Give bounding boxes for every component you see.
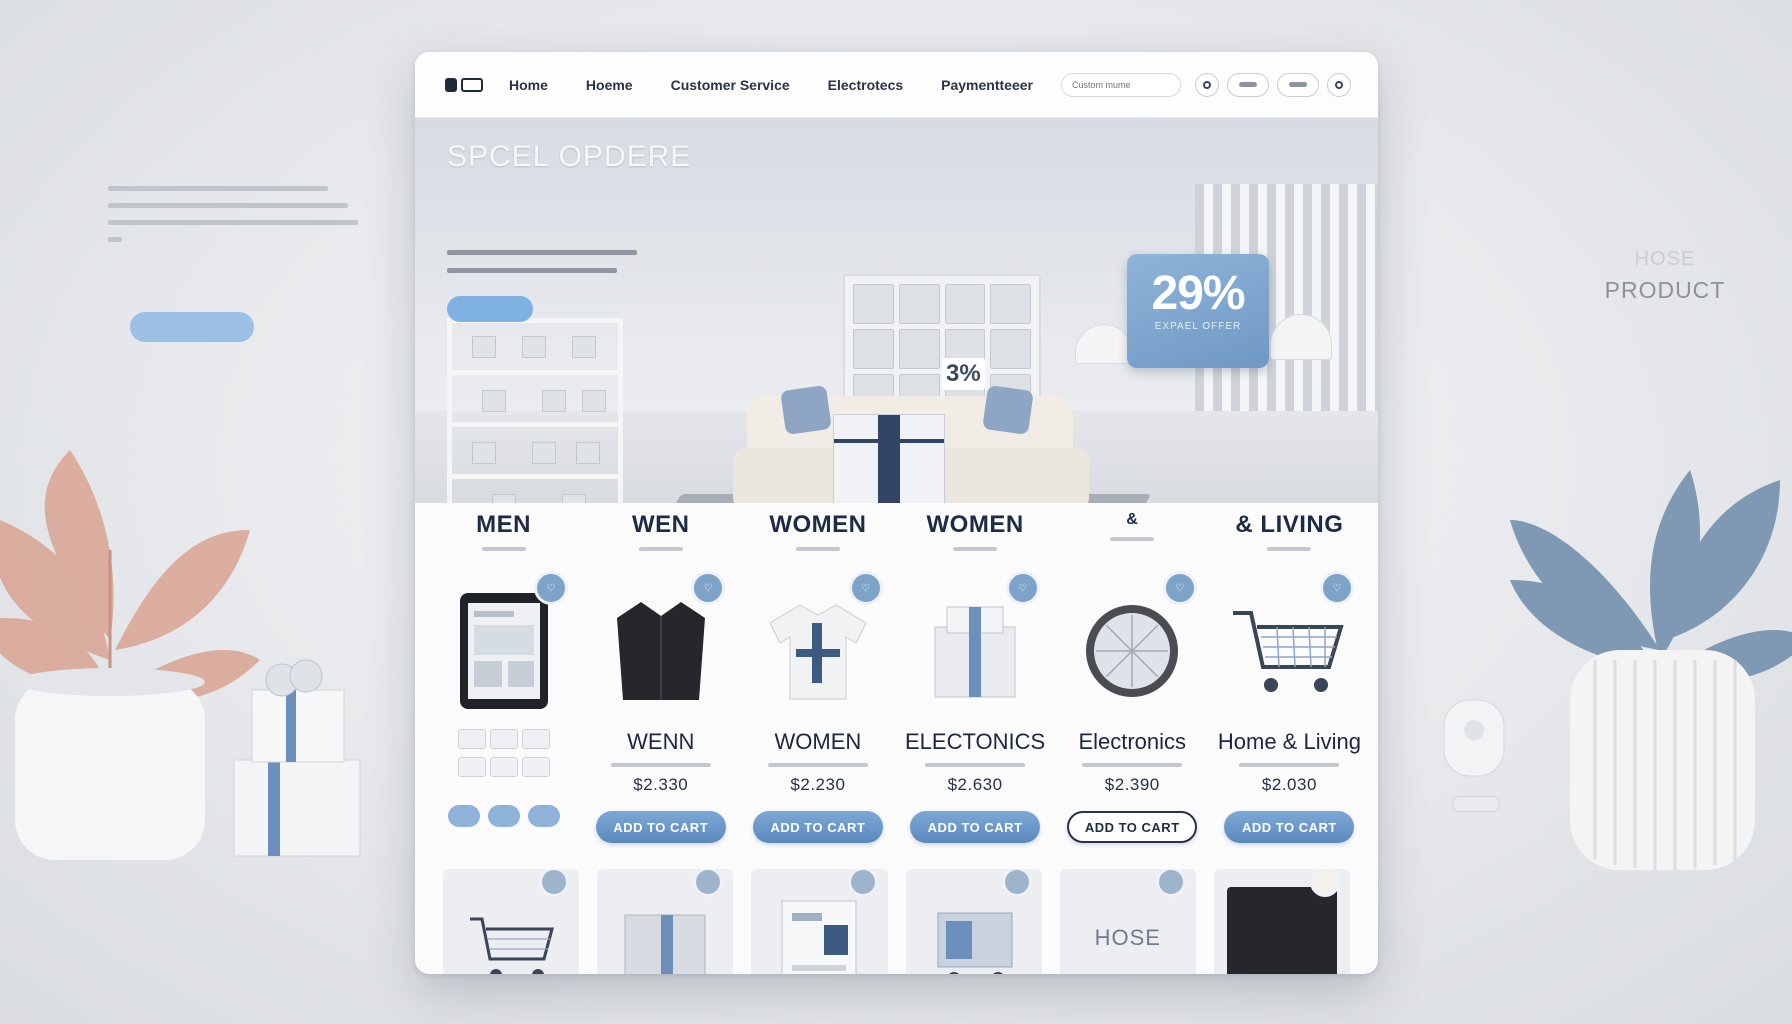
- potted-plant-right: [1510, 470, 1792, 870]
- product-name: WOMEN: [774, 729, 862, 754]
- storefront-window: Home Hoeme Customer Service Electrotecs …: [415, 52, 1378, 974]
- tile-badge-icon[interactable]: [693, 869, 724, 897]
- nav-icon-group: [1194, 72, 1351, 97]
- mini-button-row: [425, 805, 582, 827]
- add-to-cart-button[interactable]: ADD TO CART: [595, 811, 726, 843]
- gift-box-icon: [833, 414, 945, 503]
- product-name: Home & Living: [1217, 729, 1361, 754]
- product-card: ♡ Electronics $2.390 ADD TO CART: [1054, 569, 1211, 859]
- tile-label: HOSE: [1094, 925, 1161, 950]
- category-home-living[interactable]: & LIVING: [1211, 511, 1368, 563]
- nav-links: Home Hoeme Customer Service Electrotecs …: [509, 77, 1033, 93]
- category-wen[interactable]: WEN: [582, 511, 739, 563]
- product-price: $2.230: [790, 775, 846, 794]
- product-card: ♡ ELECTONICS $2.630 ADD TO CART: [897, 569, 1054, 859]
- shelf-graphic: [447, 318, 623, 503]
- product-meta-line: [610, 763, 711, 767]
- product-card: ♡ Home & Living $2.030 ADD TO CART: [1211, 569, 1368, 859]
- add-to-cart-button[interactable]: ADD TO CART: [1224, 811, 1355, 843]
- document-icon: [781, 900, 857, 974]
- category-and[interactable]: &: [1054, 511, 1211, 563]
- hero-banner: 3% SPCEL OPDERE 29% EXPAEL OFFER: [415, 118, 1378, 503]
- product-price: $2.630: [947, 775, 1003, 794]
- nav-link-payment[interactable]: Paymentteeer: [941, 77, 1033, 93]
- product-price: $2.030: [1261, 775, 1317, 794]
- thumbnail-row-2: [425, 757, 582, 777]
- board-discount-label: 3%: [942, 358, 985, 390]
- tile-shopping-cart[interactable]: [443, 869, 580, 974]
- thumbnail-row: [425, 729, 582, 749]
- mini-button[interactable]: [447, 805, 480, 827]
- product-meta-line: [767, 763, 868, 767]
- nav-link-home[interactable]: Home: [509, 77, 548, 93]
- category-women[interactable]: WOMEN: [739, 511, 896, 563]
- product-grid: ♡ ♡ WENN $2.330 ADD TO CART ♡ WOMEN $2.2…: [415, 563, 1378, 859]
- device-screen-icon: [1226, 887, 1337, 974]
- product-price: $2.330: [633, 775, 689, 794]
- cart-icon[interactable]: [1276, 72, 1319, 97]
- logo-icon[interactable]: [445, 77, 483, 92]
- category-women-2[interactable]: WOMEN: [897, 511, 1054, 563]
- package-box-icon: [624, 914, 706, 974]
- wishlist-badge-icon[interactable]: ♡: [1005, 571, 1040, 605]
- mini-button[interactable]: [527, 805, 560, 827]
- product-card: ♡: [425, 569, 582, 859]
- gift-stack-left: [233, 659, 361, 857]
- wishlist-badge-icon[interactable]: ♡: [1162, 571, 1197, 605]
- hero-title: SPCEL OPDERE: [447, 140, 692, 173]
- bottom-tile-row: HOSE: [415, 859, 1378, 974]
- nav-link-hoeme[interactable]: Hoeme: [586, 77, 633, 93]
- hero-subtitle-line: [447, 250, 637, 255]
- product-meta-line: [1239, 763, 1340, 767]
- product-meta-line: [925, 763, 1026, 767]
- tile-badge-icon[interactable]: [847, 869, 878, 897]
- tile-cart-display[interactable]: [905, 869, 1042, 974]
- wishlist-badge-icon[interactable]: ♡: [1320, 571, 1354, 605]
- tile-badge-icon[interactable]: [1155, 869, 1186, 897]
- wishlist-badge-icon[interactable]: ♡: [534, 571, 569, 605]
- product-card: ♡ WENN $2.330 ADD TO CART: [582, 569, 739, 859]
- product-name: ELECTONICS: [904, 729, 1046, 754]
- tile-document[interactable]: [751, 869, 888, 974]
- product-price: $2.390: [1104, 775, 1160, 794]
- settings-icon[interactable]: [1326, 72, 1351, 97]
- display-cart-icon: [937, 912, 1013, 974]
- pillow-right: [982, 385, 1034, 435]
- hero-subtitle-line-2: [447, 268, 617, 273]
- mini-button[interactable]: [487, 805, 520, 827]
- add-to-cart-button[interactable]: ADD TO CART: [752, 811, 883, 843]
- product-meta-line: [1082, 763, 1183, 767]
- add-to-cart-button[interactable]: ADD TO CART: [1067, 811, 1198, 843]
- category-men[interactable]: MEN: [425, 511, 582, 563]
- search-input[interactable]: [1060, 72, 1181, 97]
- add-to-cart-button[interactable]: ADD TO CART: [910, 811, 1041, 843]
- backdrop-pill-button: [130, 312, 254, 342]
- tile-badge-icon[interactable]: [539, 869, 570, 897]
- discount-caption: EXPAEL OFFER: [1154, 321, 1242, 332]
- side-pill: [1452, 796, 1500, 812]
- tile-home[interactable]: HOSE: [1059, 869, 1196, 974]
- category-row: MEN WEN WOMEN WOMEN & & LIVING: [415, 503, 1378, 563]
- discount-percent: 29%: [1151, 267, 1245, 320]
- pillow-left: [780, 385, 832, 435]
- nav-link-customer-service[interactable]: Customer Service: [671, 77, 790, 93]
- backdrop-text-lines: [108, 186, 368, 254]
- product-name: WENN: [627, 729, 695, 754]
- wishlist-badge-icon[interactable]: ♡: [848, 571, 883, 605]
- backdrop-side-title: HOSE PRODUCT: [1604, 248, 1726, 303]
- wishlist-icon[interactable]: [1226, 72, 1269, 97]
- shopping-cart-icon: [470, 917, 555, 974]
- nav-link-electronics[interactable]: Electrotecs: [828, 77, 903, 93]
- product-card: ♡ WOMEN $2.230 ADD TO CART: [739, 569, 896, 859]
- top-nav: Home Hoeme Customer Service Electrotecs …: [415, 52, 1378, 118]
- hero-shop-button[interactable]: [447, 296, 533, 322]
- product-name: Electronics: [1078, 729, 1187, 754]
- tile-package[interactable]: [597, 869, 734, 974]
- lamp-graphic: [1075, 324, 1133, 364]
- tile-dark-device[interactable]: [1213, 869, 1350, 974]
- tile-badge-icon[interactable]: [1001, 869, 1032, 897]
- user-icon[interactable]: [1194, 72, 1219, 97]
- discount-badge: 29% EXPAEL OFFER: [1127, 254, 1269, 368]
